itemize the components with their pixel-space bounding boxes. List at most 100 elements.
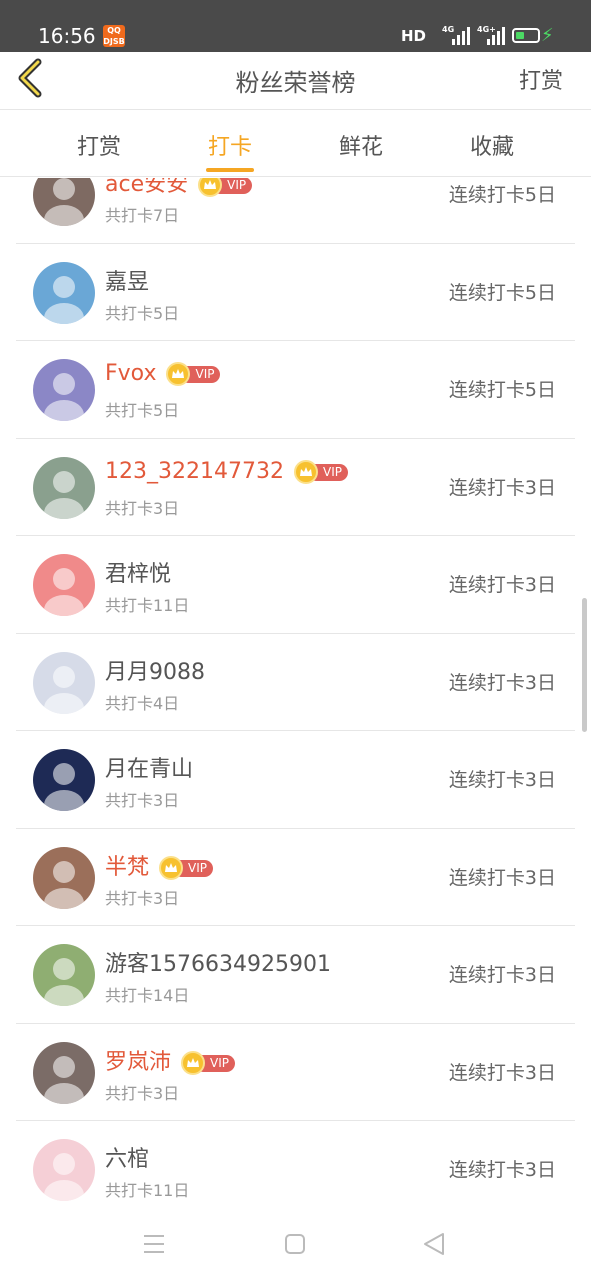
fan-name-text: 123_322147732	[105, 458, 284, 484]
fan-name-text: 月在青山	[105, 757, 194, 782]
signal-icon: 4G	[442, 25, 470, 45]
scrollbar[interactable]	[582, 598, 587, 732]
active-tab-indicator	[206, 168, 254, 172]
fan-row[interactable]: 月月9088 共打卡4日 连续打卡3日	[0, 634, 591, 731]
checkin-streak: 连续打卡5日	[448, 281, 556, 304]
fan-name-text: ace安安	[105, 178, 189, 197]
fan-name[interactable]: 君梓悦	[105, 556, 171, 588]
avatar[interactable]	[33, 846, 95, 909]
fan-row[interactable]: 游客1576634925901 共打卡14日 连续打卡3日	[0, 926, 591, 1024]
home-button[interactable]	[275, 1228, 315, 1260]
crown-icon	[293, 459, 318, 484]
app-header: 粉丝荣誉榜 打赏	[0, 52, 591, 110]
fan-row[interactable]: 月在青山共打卡3日 连续打卡3日	[0, 731, 591, 829]
checkin-streak: 连续打卡3日	[448, 476, 556, 499]
avatar[interactable]	[33, 1041, 95, 1104]
fan-name[interactable]: 嘉昱	[105, 264, 149, 296]
total-checkin-days: 共打卡11日	[105, 596, 190, 615]
fan-name[interactable]: 月月9088	[105, 654, 205, 686]
fan-row[interactable]: 六棺 共打卡11日 连续打卡3日	[0, 1121, 591, 1208]
status-time: 16:56	[38, 24, 96, 48]
avatar[interactable]	[33, 651, 95, 714]
app-notification-label: QQ DJSB	[103, 26, 125, 46]
vip-label: VIP	[322, 464, 342, 479]
reward-action-button[interactable]: 打赏	[519, 63, 563, 95]
total-checkin-days: 共打卡11日	[105, 1181, 190, 1200]
fan-name[interactable]: 123_322147732 VIP	[105, 459, 348, 484]
fan-row[interactable]: Fvox VIP 共打卡5日 连续打卡5日	[0, 341, 591, 439]
checkin-streak: 连续打卡3日	[448, 671, 556, 694]
fan-name-text: 罗岚沛	[105, 1049, 172, 1075]
vip-label: VIP	[210, 1055, 230, 1070]
menu-button[interactable]	[134, 1228, 174, 1260]
fan-name[interactable]: 月在青山	[105, 751, 193, 783]
signal-icon: 4G+	[477, 25, 505, 45]
total-checkin-days: 共打卡3日	[105, 1083, 180, 1103]
fan-name-text: 嘉昱	[105, 269, 150, 295]
fan-row[interactable]: ace安安 VIP 共打卡7日 连续打卡5日	[0, 178, 591, 244]
checkin-streak: 连续打卡3日	[448, 1061, 556, 1084]
fan-name-text: 君梓悦	[105, 562, 172, 587]
crown-icon	[181, 1050, 206, 1075]
checkin-streak: 连续打卡5日	[448, 184, 556, 206]
total-checkin-days: 共打卡7日	[105, 206, 180, 225]
checkin-streak: 连续打卡5日	[448, 379, 556, 401]
total-checkin-days: 共打卡3日	[105, 888, 180, 908]
fan-name[interactable]: 游客1576634925901	[105, 946, 331, 978]
vip-badge: VIP	[159, 855, 214, 880]
checkin-streak: 连续打卡3日	[448, 574, 556, 596]
total-checkin-days: 共打卡3日	[105, 498, 180, 518]
total-checkin-days: 共打卡14日	[105, 986, 190, 1005]
avatar[interactable]	[33, 554, 95, 616]
home-square-icon	[285, 1234, 305, 1254]
fan-name-text: 游客1576634925901	[105, 952, 331, 977]
fan-name[interactable]: 罗岚沛 VIP	[105, 1044, 236, 1076]
tab-bar: 打赏 打卡 鲜花 收藏	[0, 111, 591, 177]
fan-row[interactable]: 半梵 VIP 共打卡3日 连续打卡3日	[0, 829, 591, 926]
total-checkin-days: 共打卡5日	[105, 303, 180, 323]
network-label-1: 4G	[442, 25, 455, 34]
total-checkin-days: 共打卡3日	[105, 791, 180, 810]
network-label-2: 4G+	[477, 25, 496, 34]
avatar[interactable]	[33, 456, 95, 519]
status-bar: 16:56 QQ DJSB HD 4G 4G+ ⚡	[0, 0, 591, 52]
avatar[interactable]	[33, 944, 95, 1006]
avatar[interactable]	[33, 749, 95, 811]
fan-row[interactable]: 君梓悦共打卡11日 连续打卡3日	[0, 536, 591, 634]
hd-label: HD	[401, 27, 427, 45]
checkin-streak: 连续打卡3日	[448, 769, 556, 791]
total-checkin-days: 共打卡5日	[105, 401, 180, 420]
vip-label: VIP	[195, 367, 215, 381]
avatar[interactable]	[33, 261, 95, 324]
fan-row[interactable]: 罗岚沛 VIP 共打卡3日 连续打卡3日	[0, 1024, 591, 1121]
back-nav-button[interactable]	[415, 1228, 455, 1260]
vip-badge: VIP	[293, 459, 348, 484]
fan-row[interactable]: 123_322147732 VIP 共打卡3日 连续打卡3日	[0, 439, 591, 536]
fan-name[interactable]: 六棺	[105, 1141, 149, 1173]
fan-ranking-list[interactable]: ace安安 VIP 共打卡7日 连续打卡5日 嘉昱 共打卡5日 连续打卡5日 Fvox VIP 共…	[0, 178, 591, 1208]
charging-icon: ⚡	[541, 25, 554, 46]
tab-reward[interactable]: 打赏	[49, 129, 149, 161]
fan-name-text: 六棺	[105, 1147, 150, 1172]
crown-icon	[159, 855, 184, 880]
fan-name-text: 半梵	[105, 854, 150, 880]
avatar[interactable]	[33, 1139, 95, 1201]
fan-row[interactable]: 嘉昱共打卡5日 连续打卡5日	[0, 244, 591, 341]
fan-name-text: Fvox	[105, 361, 157, 386]
fan-name-text: 月月9088	[105, 659, 205, 685]
fan-name[interactable]: ace安安 VIP	[105, 178, 253, 198]
crown-icon	[198, 178, 223, 197]
page-title: 粉丝荣誉榜	[235, 69, 356, 97]
vip-badge: VIP	[181, 1050, 236, 1075]
system-nav-bar	[0, 1208, 591, 1280]
fan-name[interactable]: Fvox VIP	[105, 361, 221, 386]
tab-favorites[interactable]: 收藏	[442, 129, 542, 161]
tab-flowers[interactable]: 鲜花	[311, 129, 411, 161]
tab-checkin[interactable]: 打卡	[180, 129, 280, 161]
fan-name[interactable]: 半梵 VIP	[105, 849, 214, 881]
avatar[interactable]	[33, 178, 95, 226]
checkin-streak: 连续打卡3日	[448, 866, 556, 889]
checkin-streak: 连续打卡3日	[448, 964, 556, 986]
avatar[interactable]	[33, 359, 95, 421]
back-triangle-icon	[424, 1233, 444, 1255]
